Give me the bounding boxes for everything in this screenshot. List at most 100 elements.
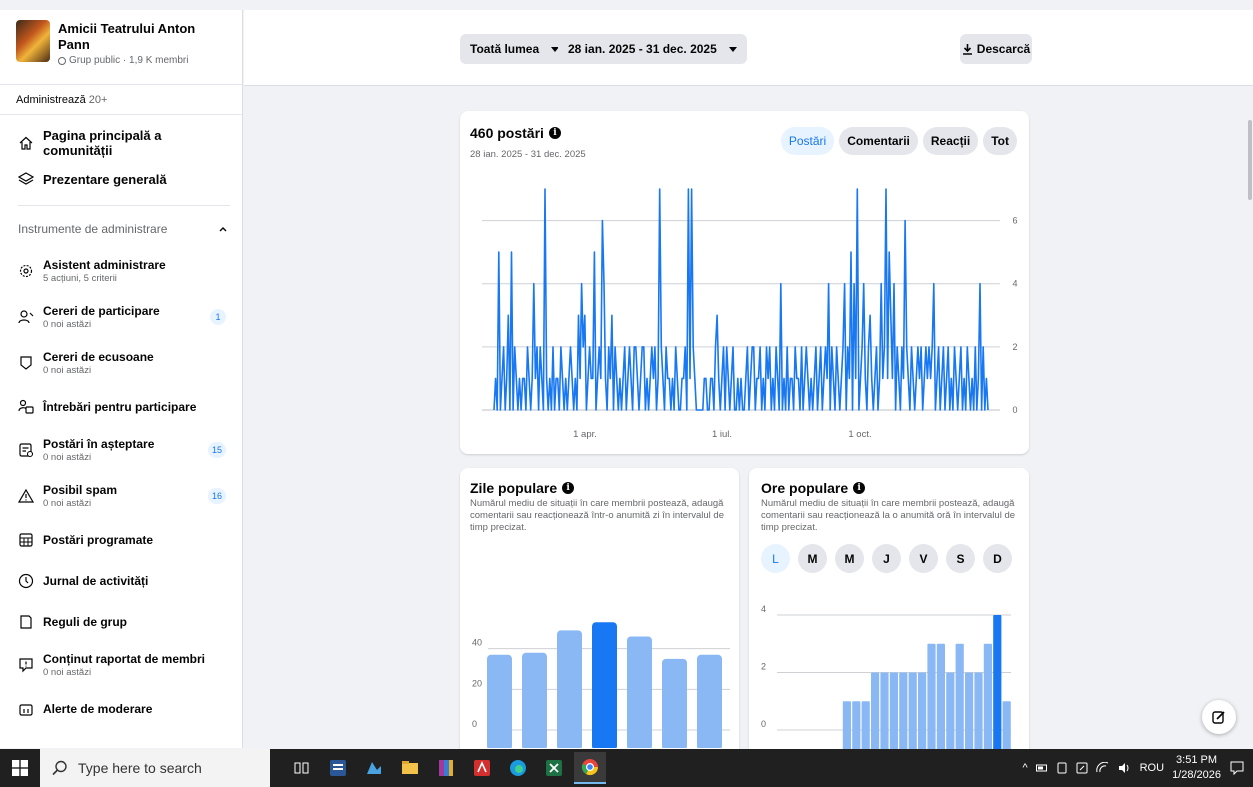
- windows-logo-icon: [12, 760, 28, 776]
- tool-admin-assistant[interactable]: Asistent administrare 5 acțiuni, 5 criter…: [0, 248, 242, 294]
- tool-badge-requests[interactable]: Cereri de ecusoane 0 noi astăzi: [0, 340, 242, 386]
- excel-app-icon[interactable]: [538, 752, 570, 784]
- language-indicator[interactable]: ROU: [1140, 762, 1164, 774]
- group-meta: Grup public · 1,9 K membri: [58, 55, 230, 66]
- tool-group-rules[interactable]: Reguli de grup: [0, 601, 242, 642]
- date-range-value: 28 ian. 2025 - 31 dec. 2025: [568, 42, 717, 56]
- clock-time: 3:51 PM: [1176, 754, 1218, 766]
- tool-pending-posts[interactable]: Postări în așteptare 0 noi astăzi 15: [0, 427, 242, 473]
- admin-tools-header[interactable]: Instrumente de administrare: [0, 210, 242, 248]
- bar: [842, 701, 851, 750]
- photos-app-icon[interactable]: [358, 752, 390, 784]
- tab-posts[interactable]: Postări: [780, 127, 835, 155]
- posts-title-text: 460 postări: [470, 125, 544, 141]
- globe-icon: [58, 56, 66, 65]
- days-bar-chart: 0 20 40: [472, 622, 730, 748]
- group-header[interactable]: Amicii Teatrului Anton Pann Grup public …: [0, 10, 242, 85]
- acrobat-app-icon[interactable]: [466, 752, 498, 784]
- start-button[interactable]: [0, 749, 40, 787]
- y-tick-label: 0: [472, 719, 477, 729]
- clock-icon: [18, 573, 34, 588]
- x-tick-label: 1 iul.: [712, 429, 732, 440]
- chevron-up-icon[interactable]: [218, 224, 228, 234]
- download-button[interactable]: Descarcă: [960, 34, 1032, 64]
- y-tick-label: 20: [472, 678, 482, 688]
- count-badge: 16: [207, 488, 226, 504]
- tool-label: Postări în așteptare: [43, 436, 155, 451]
- user-add-icon: [18, 310, 34, 324]
- tool-membership-requests[interactable]: Cereri de participare 0 noi astăzi 1: [0, 294, 242, 340]
- tool-member-reported[interactable]: Conținut raportat de membri 0 noi astăzi: [0, 642, 242, 688]
- windows-taskbar: Type here to search ^ ROU 3:51 PM 1/28/2…: [0, 749, 1253, 787]
- audience-dropdown[interactable]: Toată lumea: [460, 34, 570, 64]
- speaker-icon[interactable]: [1118, 762, 1132, 774]
- device-icon[interactable]: [1056, 762, 1068, 774]
- admin-count-value: 20+: [88, 94, 108, 106]
- group-name[interactable]: Amicii Teatrului Anton Pann: [58, 21, 230, 53]
- task-view-icon[interactable]: [286, 752, 318, 784]
- divider: [18, 205, 230, 206]
- days-description: Numărul mediu de situații în care membri…: [470, 498, 724, 533]
- posts-card: 460 postări i 28 ian. 2025 - 31 dec. 202…: [460, 111, 1029, 454]
- tool-sub: 0 noi astăzi: [43, 451, 92, 463]
- y-tick-label: 4: [761, 604, 766, 614]
- tab-comments[interactable]: Comentarii: [839, 127, 918, 155]
- page-scrollbar[interactable]: [1248, 120, 1252, 200]
- day-pill-tue[interactable]: M: [798, 544, 827, 573]
- tool-sub: 0 noi astăzi: [43, 364, 92, 376]
- day-pill-sun[interactable]: D: [983, 544, 1012, 573]
- alert-icon: [19, 703, 33, 716]
- day-pill-wed[interactable]: M: [835, 544, 864, 573]
- day-pill-fri[interactable]: V: [909, 544, 938, 573]
- notifications-icon[interactable]: [1229, 760, 1245, 776]
- tool-membership-questions[interactable]: Întrebări pentru participare: [0, 386, 242, 427]
- network-status-icon[interactable]: [1076, 762, 1088, 774]
- wifi-icon[interactable]: [1095, 762, 1110, 774]
- day-pill-mon[interactable]: L: [761, 544, 790, 573]
- clock-date: 1/28/2026: [1172, 769, 1221, 781]
- battery-icon[interactable]: [1035, 763, 1048, 773]
- caret-down-icon: [728, 46, 737, 52]
- chrome-browser-icon[interactable]: [574, 752, 606, 784]
- bar: [974, 672, 983, 750]
- info-icon[interactable]: i: [853, 482, 866, 494]
- tab-reactions[interactable]: Reacții: [922, 127, 979, 155]
- compose-button[interactable]: [1202, 700, 1236, 734]
- tool-potential-spam[interactable]: Posibil spam 0 noi astăzi 16: [0, 473, 242, 519]
- count-badge: 1: [210, 309, 226, 325]
- word-app-icon[interactable]: [322, 752, 354, 784]
- info-icon[interactable]: i: [562, 482, 575, 494]
- info-icon[interactable]: i: [548, 127, 561, 139]
- bar: [861, 701, 870, 750]
- day-pill-thu[interactable]: J: [872, 544, 901, 573]
- tool-activity-log[interactable]: Jurnal de activități: [0, 560, 242, 601]
- group-avatar[interactable]: [16, 20, 50, 62]
- bar: [852, 701, 861, 750]
- search-icon: [52, 760, 67, 776]
- edge-browser-icon[interactable]: [502, 752, 534, 784]
- bar: [946, 672, 955, 750]
- shield-icon: [20, 356, 32, 370]
- bar: [889, 672, 898, 750]
- admin-tools-title: Instrumente de administrare: [18, 222, 168, 236]
- y-tick-label: 4: [1012, 279, 1017, 289]
- taskbar-clock[interactable]: 3:51 PM 1/28/2026: [1172, 753, 1221, 783]
- sidebar-item-label: Prezentare generală: [43, 171, 167, 187]
- day-pill-sat[interactable]: S: [946, 544, 975, 573]
- report-icon: [19, 658, 33, 673]
- chevron-up-icon[interactable]: ^: [1022, 762, 1027, 774]
- date-range-dropdown[interactable]: 28 ian. 2025 - 31 dec. 2025: [558, 34, 747, 64]
- admin-count[interactable]: Administrează 20+: [0, 85, 242, 115]
- tool-moderation-alerts[interactable]: Alerte de moderare: [0, 688, 242, 729]
- file-explorer-icon[interactable]: [394, 752, 426, 784]
- hours-title-text: Ore populare: [761, 480, 849, 496]
- y-tick-label: 40: [472, 638, 482, 648]
- tool-scheduled-posts[interactable]: Postări programate: [0, 519, 242, 560]
- tab-all[interactable]: Tot: [983, 127, 1017, 155]
- taskbar-search[interactable]: Type here to search: [40, 749, 270, 787]
- search-placeholder: Type here to search: [78, 760, 202, 776]
- sidebar-item-community-home[interactable]: Pagina principală a comunității: [0, 125, 242, 161]
- winrar-app-icon[interactable]: [430, 752, 462, 784]
- tool-label: Jurnal de activități: [43, 573, 149, 588]
- sidebar-item-overview[interactable]: Prezentare generală: [0, 161, 242, 197]
